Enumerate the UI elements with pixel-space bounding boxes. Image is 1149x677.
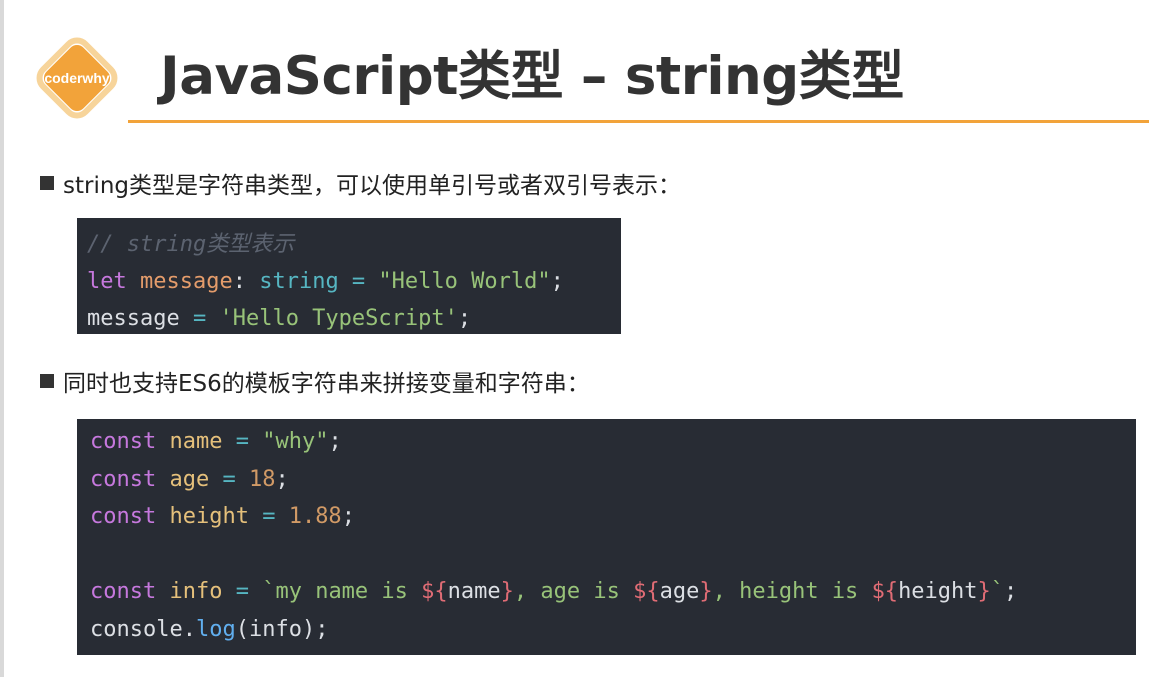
code-line: console.log(info); xyxy=(90,611,1136,649)
page-title: JavaScript类型 – string类型 xyxy=(160,46,904,107)
code-token: = xyxy=(248,504,276,529)
code-token: ; xyxy=(1004,579,1018,604)
code-token: 'Hello TypeScript' xyxy=(206,306,458,331)
code-token: `my name is xyxy=(248,579,422,604)
code-token: name xyxy=(447,579,501,604)
code-token: = xyxy=(338,269,366,294)
bullet-text: 同时也支持ES6的模板字符串来拼接变量和字符串： xyxy=(63,371,590,397)
code-token: ( xyxy=(235,616,249,642)
code-token: const xyxy=(90,429,157,454)
code-token: = xyxy=(179,306,207,331)
code-token: log xyxy=(195,616,236,642)
code-token: let xyxy=(87,269,127,294)
code-line: const info = `my name is ${name}, age is… xyxy=(90,573,1136,611)
code-token: message xyxy=(126,269,233,294)
code-block-string: // string类型表示 let message: string = "Hell… xyxy=(77,218,621,334)
code-token: ` xyxy=(990,579,1005,604)
code-token: ${ xyxy=(421,579,448,604)
title-underline xyxy=(128,120,1149,123)
code-line: const height = 1.88; xyxy=(90,498,1136,536)
code-token: console xyxy=(90,616,183,642)
code-token: ; xyxy=(275,466,289,492)
code-token: // string类型表示 xyxy=(87,232,295,257)
code-token: height xyxy=(898,579,978,604)
code-token: const xyxy=(90,579,157,604)
code-token: string xyxy=(245,269,339,294)
code-token: message xyxy=(87,306,180,331)
square-bullet-icon xyxy=(40,374,54,388)
code-line: message = 'Hello TypeScript'; xyxy=(87,300,621,337)
code-token: ${ xyxy=(633,579,660,604)
code-token: ; xyxy=(328,429,342,454)
left-edge-rule xyxy=(0,0,4,677)
code-token: : xyxy=(232,269,246,294)
code-line: const name = "why"; xyxy=(90,423,1136,461)
code-token: height xyxy=(156,504,249,529)
code-token: } xyxy=(699,579,713,604)
code-token: ; xyxy=(341,504,355,529)
code-token: } xyxy=(500,579,514,604)
code-line: let message: string = "Hello World"; xyxy=(87,263,621,300)
code-token: = xyxy=(209,466,236,492)
code-token: ; xyxy=(457,306,472,331)
code-token: , height is xyxy=(712,579,872,604)
bullet-item: 同时也支持ES6的模板字符串来拼接变量和字符串： xyxy=(40,364,590,398)
code-token: "Hello World" xyxy=(365,269,551,294)
code-token: age xyxy=(156,466,210,492)
code-token: "why" xyxy=(248,429,329,454)
code-token: } xyxy=(977,579,991,604)
code-token: = xyxy=(222,429,249,454)
square-bullet-icon xyxy=(40,176,54,190)
code-token: . xyxy=(182,616,196,642)
code-token: = xyxy=(222,579,249,604)
code-token: age xyxy=(659,579,700,604)
logo-text: coderwhy xyxy=(44,70,110,86)
code-token: , age is xyxy=(513,579,634,604)
code-token: const xyxy=(90,504,157,529)
code-token: ; xyxy=(550,269,564,294)
code-line: const age = 18; xyxy=(90,461,1136,499)
code-token: const xyxy=(90,466,157,492)
bullet-item: string类型是字符串类型，可以使用单引号或者双引号表示： xyxy=(40,166,681,200)
code-block-template-string: const name = "why"; const age = 18; const … xyxy=(77,419,1136,655)
code-line: // string类型表示 xyxy=(87,226,621,263)
code-token: info xyxy=(248,616,302,642)
code-token: 1.88 xyxy=(275,504,342,529)
code-token: 18 xyxy=(235,466,276,492)
code-token: info xyxy=(156,579,223,604)
code-token: name xyxy=(156,429,223,454)
coderwhy-logo: coderwhy xyxy=(36,37,118,119)
bullet-text: string类型是字符串类型，可以使用单引号或者双引号表示： xyxy=(63,173,682,199)
code-token: ${ xyxy=(871,579,899,604)
code-token: ); xyxy=(301,616,329,642)
